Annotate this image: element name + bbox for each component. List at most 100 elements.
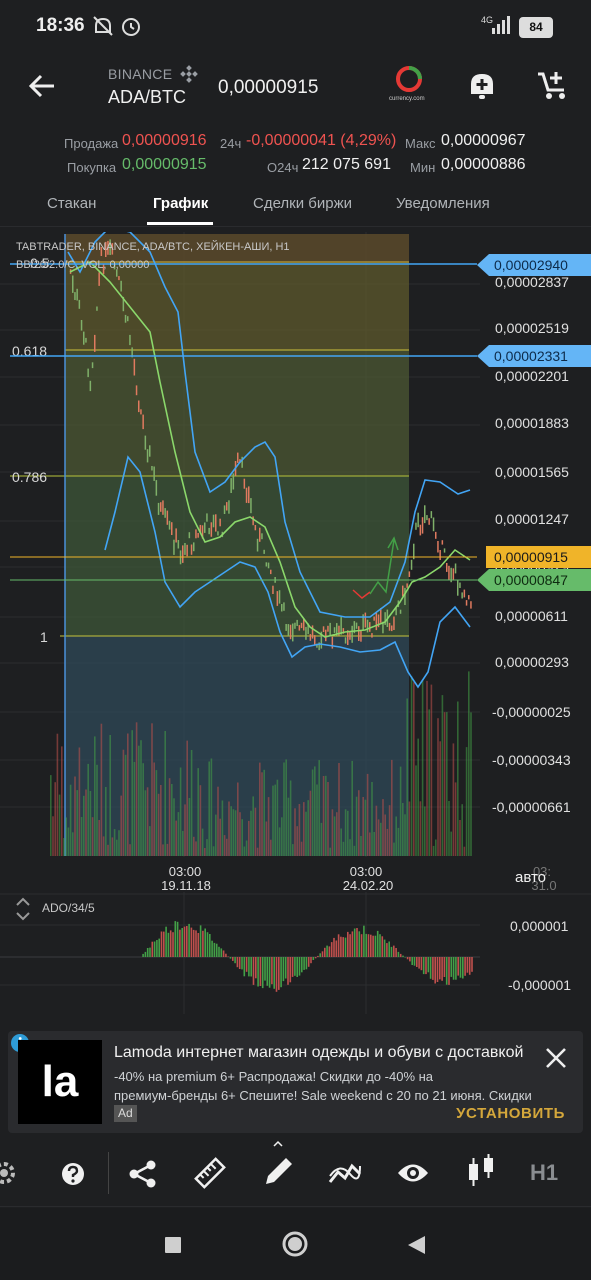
status-bar: 18:36 4G 84 [0, 0, 591, 54]
candle [276, 591, 279, 606]
candle [375, 612, 378, 631]
volume-bar [281, 817, 283, 856]
candle [212, 514, 215, 528]
candle [173, 539, 175, 555]
oscillator-bar [156, 940, 158, 957]
oscillator-bar [372, 935, 374, 957]
candle [133, 358, 136, 376]
indicators-icon[interactable] [328, 1160, 362, 1188]
oscillator-bar [268, 957, 271, 988]
volume-bar [325, 775, 327, 856]
volume-bar [309, 790, 312, 856]
help-icon[interactable] [61, 1162, 85, 1186]
candle [267, 562, 270, 569]
candle [252, 516, 254, 526]
oscillator-bar [310, 957, 312, 964]
oscillator-bar [303, 957, 305, 970]
candle [149, 445, 151, 457]
y-tick-label: 0,00001565 [495, 464, 569, 480]
candlestick-type-icon[interactable] [466, 1154, 496, 1188]
oscillator-bar [450, 957, 453, 977]
candle [454, 563, 457, 574]
back-arrow-icon[interactable] [28, 72, 56, 100]
oscillator-bar [215, 943, 218, 957]
volume-bar [294, 808, 296, 856]
oscillator-bar [337, 934, 340, 957]
x-tick-time-2: 03:00 [350, 864, 383, 879]
candle [463, 589, 466, 598]
home-icon[interactable] [281, 1230, 309, 1258]
currency-com-logo-icon[interactable] [394, 66, 424, 96]
tab-notifications[interactable]: Уведомления [396, 195, 490, 212]
candle [135, 385, 138, 396]
candle [142, 414, 144, 430]
candle [415, 522, 417, 530]
oscillator-bar [188, 923, 190, 957]
candle [331, 636, 334, 649]
oscillator-bar [273, 957, 275, 989]
draw-pencil-icon[interactable] [262, 1140, 294, 1190]
pair-name[interactable]: ADA/BTC [108, 87, 186, 108]
oscillator-bar [149, 947, 151, 957]
ad-close-icon[interactable] [545, 1047, 567, 1069]
candle [204, 522, 206, 533]
oscillator-bar [439, 957, 441, 980]
oscillator-bar [179, 929, 181, 957]
candle [298, 625, 301, 631]
candle [294, 622, 296, 629]
volume-bar [375, 805, 378, 856]
ad-logo[interactable]: la [18, 1040, 102, 1124]
ruler-icon[interactable] [194, 1157, 226, 1189]
oscillator-bar [356, 928, 358, 957]
ad-install-button[interactable]: УСТАНОВИТЬ [456, 1105, 565, 1122]
oscillator-bar [255, 957, 257, 979]
back-nav-icon[interactable] [405, 1234, 427, 1256]
svg-text:0,00002331: 0,00002331 [494, 348, 568, 364]
add-to-cart-icon[interactable] [536, 68, 570, 102]
oscillator-bar [360, 934, 363, 957]
visibility-eye-icon[interactable] [396, 1160, 430, 1186]
tab-chart[interactable]: График [153, 195, 208, 212]
tab-order-book[interactable]: Стакан [47, 195, 96, 212]
oscillator-bar [342, 937, 344, 957]
x-axis-labels: 03:00 19.11.18 03:00 24.02.20 03: 31.0 [161, 864, 556, 892]
volume-bar [89, 791, 92, 856]
volume-bar [461, 804, 463, 856]
candle [140, 409, 142, 415]
tab-trades[interactable]: Сделки биржи [253, 195, 352, 212]
resize-handle-icon[interactable] [16, 897, 30, 921]
oscillator-bar [227, 956, 229, 957]
candle [182, 545, 184, 563]
recent-apps-icon[interactable] [165, 1237, 181, 1253]
ado-oscillator-panel[interactable]: ADO/34/5 0,000001 -0,000001 [0, 892, 591, 1020]
binance-logo-icon [180, 65, 198, 83]
volume-bar [307, 800, 309, 856]
oscillator-bar [427, 957, 430, 973]
candle [76, 288, 78, 301]
volume-bar [72, 832, 74, 856]
candle [340, 617, 342, 635]
share-icon[interactable] [128, 1159, 158, 1189]
ad-banner[interactable]: la Lamoda интернет магазин одежды и обув… [8, 1031, 583, 1133]
oscillator-bar [197, 933, 200, 957]
timeframe-selector[interactable]: H1 [530, 1160, 558, 1186]
volume-bar [259, 762, 261, 856]
settings-gear-icon[interactable] [0, 1160, 18, 1186]
oscillator-bar [420, 957, 423, 971]
candle [322, 626, 325, 632]
oscillator-bar [374, 935, 377, 957]
ad-title[interactable]: Lamoda интернет магазин одежды и обуви с… [114, 1044, 534, 1062]
volume-bar [358, 790, 360, 856]
candle [250, 498, 252, 514]
volume-bar [424, 806, 426, 856]
add-alert-bell-icon[interactable] [467, 70, 497, 102]
price-chart[interactable]: 0.5 0.618 0.786 1 TABTRADER, BINANCE, AD… [0, 232, 591, 892]
oscillator-bar [459, 957, 462, 978]
oscillator-bar [202, 930, 204, 957]
volume-bar [118, 830, 120, 856]
chart-title: TABTRADER, BINANCE, ADA/BTC, ХЕЙКЕН-АШИ,… [16, 240, 290, 253]
auto-scale-toggle[interactable]: авто [515, 869, 546, 886]
notification-status-icons [93, 16, 140, 36]
volume-bar [94, 736, 96, 856]
oscillator-bar [347, 931, 349, 957]
